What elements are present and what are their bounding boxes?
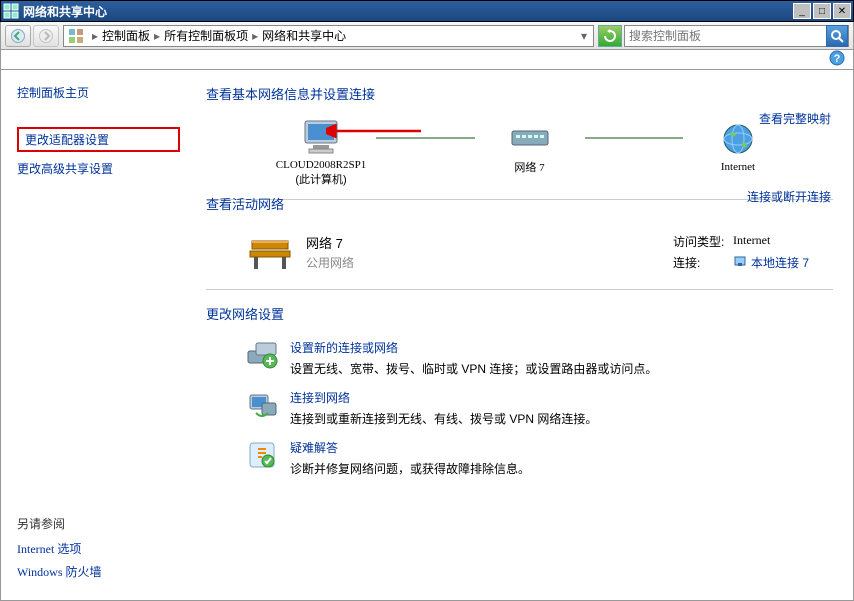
new-connection-icon <box>246 339 278 371</box>
page-heading: 查看基本网络信息并设置连接 <box>206 84 833 103</box>
internet-node[interactable]: Internet <box>683 119 793 185</box>
node-sublabel <box>528 175 531 187</box>
main-panel: 查看基本网络信息并设置连接 查看完整映射 CLOUD2008R2SP1 (此计算… <box>196 70 853 600</box>
setting-description: 连接到或重新连接到无线、有线、拨号或 VPN 网络连接。 <box>290 410 597 427</box>
breadcrumb-icon <box>68 28 84 44</box>
close-button[interactable]: ✕ <box>833 3 851 19</box>
help-bar: ? <box>0 50 854 70</box>
change-adapter-settings-link[interactable]: 更改适配器设置 <box>25 133 109 147</box>
windows-firewall-link[interactable]: Windows 防火墙 <box>17 563 180 580</box>
svg-text:?: ? <box>834 53 841 65</box>
content-area: 控制面板主页 更改适配器设置 更改高级共享设置 另请参阅 Internet 选项… <box>0 70 854 601</box>
window-titlebar: 网络和共享中心 _ □ ✕ <box>0 0 854 22</box>
node-sublabel <box>736 173 739 185</box>
search-button[interactable] <box>826 25 848 47</box>
troubleshoot-link[interactable]: 疑难解答 <box>290 439 530 456</box>
app-icon <box>3 3 19 19</box>
computer-icon <box>299 117 343 157</box>
troubleshoot-icon <box>246 439 278 471</box>
chevron-icon: ▸ <box>154 29 160 43</box>
search-box[interactable] <box>624 25 849 47</box>
globe-icon <box>718 119 758 159</box>
access-type-value: Internet <box>733 233 770 250</box>
change-advanced-sharing-link[interactable]: 更改高级共享设置 <box>17 160 180 177</box>
node-label: CLOUD2008R2SP1 <box>276 159 366 171</box>
park-bench-icon <box>246 233 294 273</box>
breadcrumb[interactable]: ▸ 控制面板 ▸ 所有控制面板项 ▸ 网络和共享中心 ▾ <box>63 25 594 47</box>
setup-new-connection-link[interactable]: 设置新的连接或网络 <box>290 339 657 356</box>
setting-description: 诊断并修复网络问题，或获得故障排除信息。 <box>290 460 530 477</box>
active-networks-heading: 查看活动网络 <box>206 194 833 213</box>
navbar: ▸ 控制面板 ▸ 所有控制面板项 ▸ 网络和共享中心 ▾ <box>0 22 854 50</box>
breadcrumb-item[interactable]: 控制面板 <box>102 27 150 44</box>
active-network-row: 网络 7 公用网络 访问类型: Internet 连接: 本地连接 7 <box>206 223 833 290</box>
network-name: 网络 7 <box>306 233 673 252</box>
setting-description: 设置无线、宽带、拨号、临时或 VPN 连接；或设置路由器或访问点。 <box>290 360 657 377</box>
connection-line <box>376 137 475 139</box>
connections-label: 连接: <box>673 254 733 271</box>
internet-options-link[interactable]: Internet 选项 <box>17 540 180 557</box>
network-properties: 访问类型: Internet 连接: 本地连接 7 <box>673 233 809 275</box>
chevron-icon: ▸ <box>92 29 98 43</box>
network-switch-icon <box>508 117 552 157</box>
see-also-heading: 另请参阅 <box>17 515 180 532</box>
node-sublabel: (此计算机) <box>295 171 346 187</box>
maximize-button[interactable]: □ <box>813 3 831 19</box>
nic-icon <box>733 254 747 271</box>
network-type: 公用网络 <box>306 254 673 271</box>
window-title: 网络和共享中心 <box>23 3 791 20</box>
minimize-button[interactable]: _ <box>793 3 811 19</box>
highlighted-link-box: 更改适配器设置 <box>17 127 180 152</box>
connect-to-network-link[interactable]: 连接到网络 <box>290 389 597 406</box>
chevron-icon: ▸ <box>252 29 258 43</box>
search-input[interactable] <box>625 29 826 43</box>
refresh-button[interactable] <box>598 25 622 47</box>
node-label: 网络 7 <box>514 159 544 175</box>
help-icon[interactable]: ? <box>829 50 845 69</box>
node-label: Internet <box>721 161 755 173</box>
breadcrumb-item[interactable]: 所有控制面板项 <box>164 27 248 44</box>
connect-to-network-icon <box>246 389 278 421</box>
breadcrumb-item[interactable]: 网络和共享中心 <box>262 27 346 44</box>
setting-row: 疑难解答 诊断并修复网络问题，或获得故障排除信息。 <box>206 433 833 483</box>
sidebar: 控制面板主页 更改适配器设置 更改高级共享设置 另请参阅 Internet 选项… <box>1 70 196 600</box>
connection-line <box>585 137 684 139</box>
network-map: CLOUD2008R2SP1 (此计算机) 网络 7 Internet <box>206 113 833 191</box>
see-full-map-link[interactable]: 查看完整映射 <box>759 110 831 127</box>
network-info: 网络 7 公用网络 <box>306 233 673 271</box>
network-node[interactable]: 网络 7 <box>475 117 585 187</box>
change-network-settings-heading: 更改网络设置 <box>206 304 833 323</box>
setting-row: 设置新的连接或网络 设置无线、宽带、拨号、临时或 VPN 连接；或设置路由器或访… <box>206 333 833 383</box>
this-computer-node[interactable]: CLOUD2008R2SP1 (此计算机) <box>266 117 376 187</box>
forward-button[interactable] <box>33 25 59 47</box>
local-connection-link[interactable]: 本地连接 7 <box>751 254 809 271</box>
back-button[interactable] <box>5 25 31 47</box>
breadcrumb-dropdown-icon[interactable]: ▾ <box>581 29 589 43</box>
control-panel-home-link[interactable]: 控制面板主页 <box>17 84 180 101</box>
access-type-label: 访问类型: <box>673 233 733 250</box>
setting-row: 连接到网络 连接到或重新连接到无线、有线、拨号或 VPN 网络连接。 <box>206 383 833 433</box>
connect-disconnect-link[interactable]: 连接或断开连接 <box>747 188 831 205</box>
